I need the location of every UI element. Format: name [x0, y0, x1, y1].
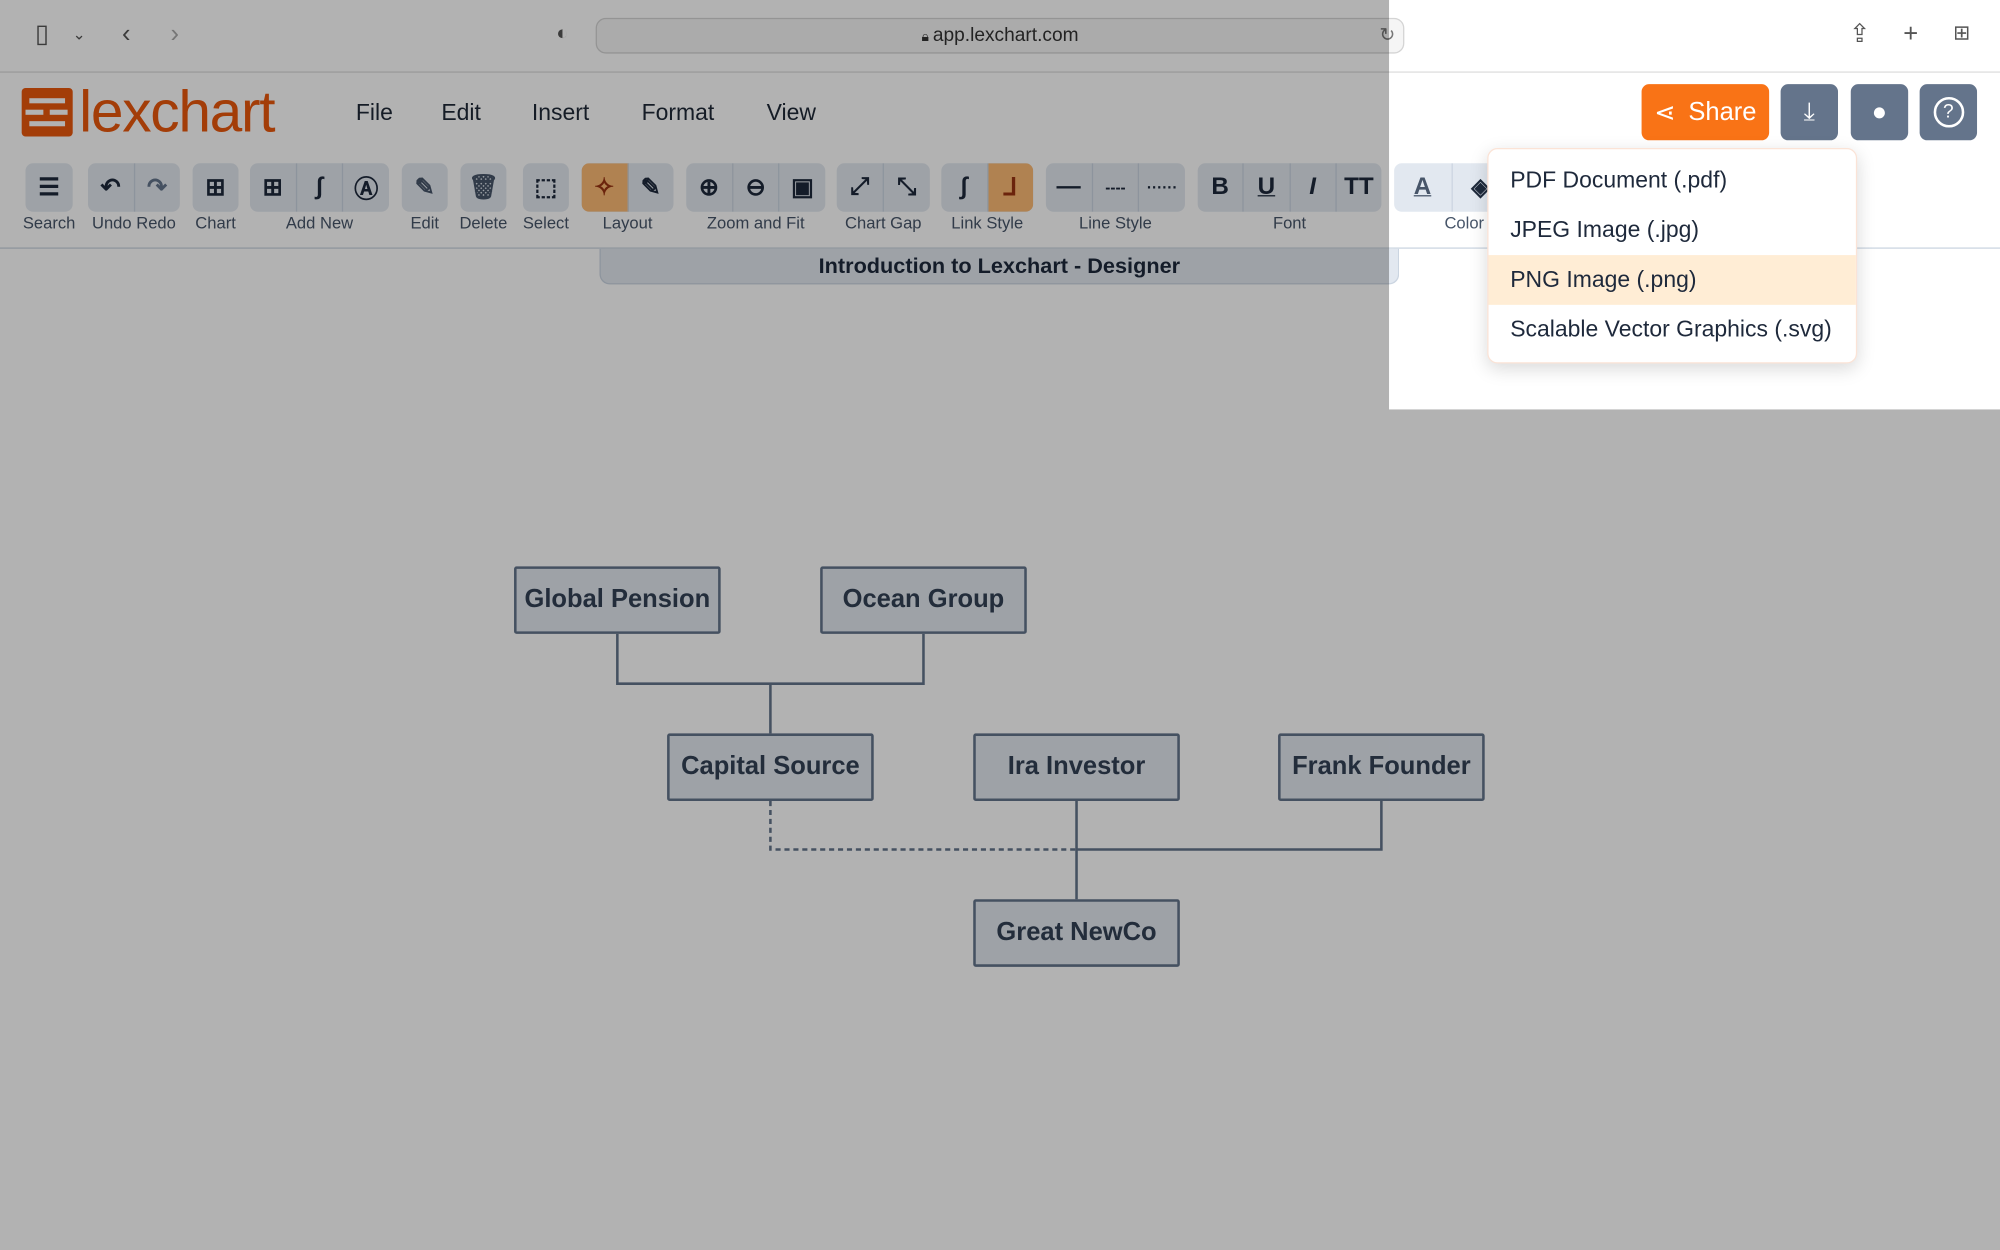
- modal-overlay[interactable]: [0, 0, 1390, 1250]
- download-menu: PDF Document (.pdf) JPEG Image (.jpg) PN…: [1487, 147, 1858, 364]
- menu-item-svg[interactable]: Scalable Vector Graphics (.svg): [1489, 305, 1856, 355]
- menu-item-png[interactable]: PNG Image (.png): [1488, 255, 1856, 305]
- modal-overlay[interactable]: [1389, 409, 2000, 1250]
- menu-item-jpg[interactable]: JPEG Image (.jpg): [1489, 205, 1856, 255]
- menu-item-pdf[interactable]: PDF Document (.pdf): [1489, 156, 1856, 206]
